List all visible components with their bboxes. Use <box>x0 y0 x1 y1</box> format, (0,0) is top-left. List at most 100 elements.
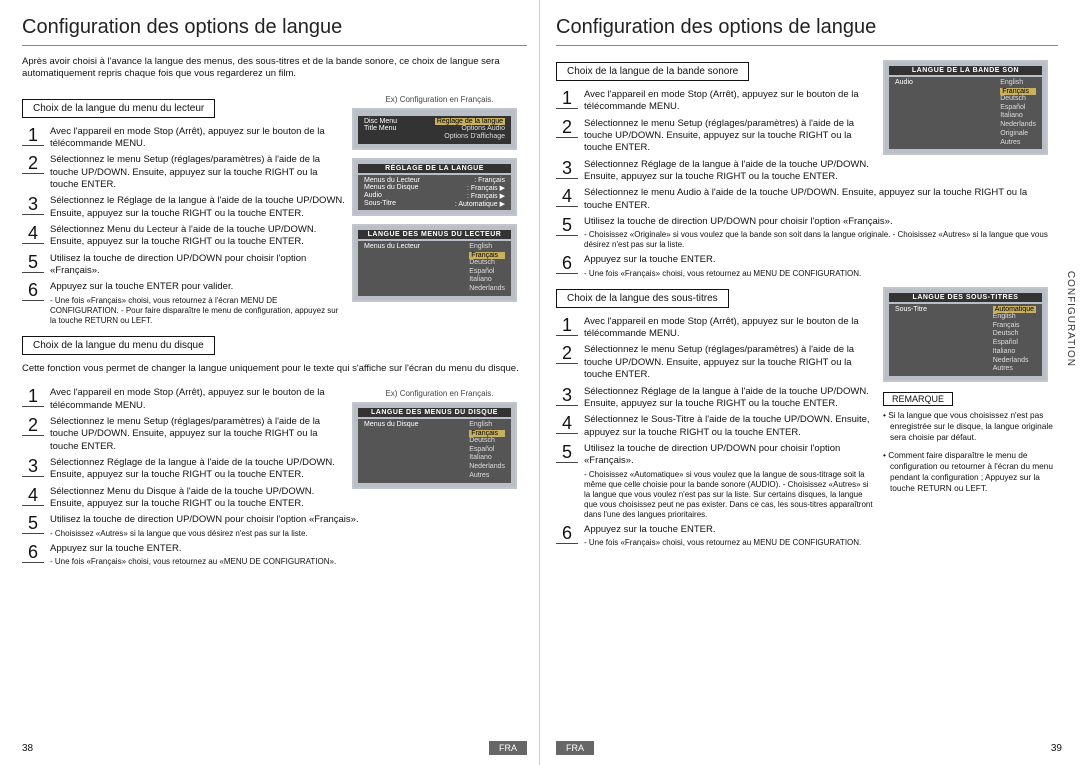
step-text: Avec l'appareil en mode Stop (Arrêt), ap… <box>584 316 877 341</box>
remark-box: REMARQUE Si la langue que vous choisisse… <box>883 392 1058 494</box>
osd-opt: Italiano <box>469 454 505 463</box>
osd-selected: Français <box>469 430 505 437</box>
osd-left: Menus du Disque <box>364 421 418 481</box>
page-number: 38 <box>22 743 33 754</box>
step-note: - Choisissez «Automatique» si vous voule… <box>584 470 877 520</box>
osd-caption: Ex) Configuration en Français. <box>352 389 527 398</box>
page-footer: 38 FRA <box>22 741 527 755</box>
step-text: Sélectionnez le menu Setup (réglages/par… <box>584 118 877 155</box>
step-text: Sélectionnez Réglage de la langue à l'ai… <box>50 457 346 482</box>
section-disc-menu-language: Choix de la langue du menu du disque Cet… <box>22 330 527 571</box>
page-number: 39 <box>1051 743 1062 754</box>
osd-opt: Autres <box>469 472 505 481</box>
step-number: 1 <box>22 387 44 407</box>
osd-screenshot-langsetup: RÉGLAGE DE LA LANGUE Menus du Lecteur: F… <box>352 158 517 216</box>
step-text: Appuyez sur la touche ENTER.- Une fois «… <box>584 524 1058 548</box>
step: 5 Utilisez la touche de direction UP/DOWN… <box>22 514 527 538</box>
osd-screenshot-audiolang: LANGUE DE LA BANDE SON Audio English Fra… <box>883 60 1048 155</box>
step-number: 6 <box>22 543 44 563</box>
osd-opt: Español <box>1000 104 1036 113</box>
osd-val: : Automatique ▶ <box>455 200 505 208</box>
section-heading: Choix de la langue des sous-titres <box>556 289 729 308</box>
step-number: 6 <box>556 254 578 274</box>
step-note: - Une fois «Français» choisi, vous retou… <box>584 269 1058 279</box>
step: 6Appuyez sur la touche ENTER.- Une fois … <box>22 543 527 567</box>
osd-ctx-title-menu: Title Menu <box>364 125 396 134</box>
osd-opt: Nederlands <box>469 285 505 294</box>
step: 2Sélectionnez le menu Setup (réglages/pa… <box>22 154 346 191</box>
osd-opt: Español <box>469 268 505 277</box>
osd-opt: English <box>993 313 1036 322</box>
osd-screenshot-playerlang: LANGUE DES MENUS DU LECTEUR Menus du Lec… <box>352 224 517 302</box>
step-text: Sélectionnez Menu du Lecteur à l'aide de… <box>50 224 346 249</box>
page-title: Configuration des options de langue <box>556 16 1058 46</box>
step-note: - Une fois «Français» choisi, vous retou… <box>50 296 346 326</box>
step: 2Sélectionnez le menu Setup (réglages/pa… <box>556 344 877 381</box>
osd-opt: English <box>469 243 505 252</box>
step-number: 2 <box>22 416 44 436</box>
manual-spread: Configuration des options de langue Aprè… <box>0 0 1080 765</box>
osd-selected: Français <box>469 252 505 259</box>
osd-opt: Deutsch <box>993 330 1036 339</box>
remark-heading: REMARQUE <box>883 392 953 406</box>
step: 3Sélectionnez Réglage de la langue à l'a… <box>556 159 877 184</box>
step-text: Sélectionnez le menu Setup (réglages/par… <box>584 344 877 381</box>
step-number: 5 <box>556 443 578 463</box>
step: 4Sélectionnez Menu du Disque à l'aide de… <box>22 486 346 511</box>
page-39: Configuration des options de langue Choi… <box>540 0 1080 765</box>
side-tab-configuration: CONFIGURATION <box>1065 271 1076 367</box>
osd-val: : Français <box>474 177 505 184</box>
osd-selected: Français <box>1000 88 1036 95</box>
step: 3 Sélectionnez le Réglage de la langue à … <box>22 195 346 220</box>
osd-examples: Ex) Configuration en Français. Disc Menu… <box>352 93 527 310</box>
osd-title: RÉGLAGE DE LA LANGUE <box>358 164 511 173</box>
osd-row: Audio <box>364 192 382 200</box>
step: 2 Sélectionnez le menu Setup (réglages/pa… <box>22 416 346 453</box>
osd-opt: Nederlands <box>1000 121 1036 130</box>
osd-opt: Italiano <box>1000 112 1036 121</box>
step: 4 Sélectionnez Menu du Lecteur à l'aide d… <box>22 224 346 249</box>
step: 1Avec l'appareil en mode Stop (Arrêt), a… <box>22 126 346 151</box>
section-audio-language: Choix de la langue de la bande sonore LA… <box>556 56 1058 283</box>
page-title: Configuration des options de langue <box>22 16 527 46</box>
step-number: 3 <box>556 386 578 406</box>
step-text: Sélectionnez le menu Setup (réglages/par… <box>50 416 346 453</box>
osd-val: : Français ▶ <box>467 184 505 192</box>
step-number: 5 <box>22 514 44 534</box>
page-footer: FRA 39 <box>556 741 1062 755</box>
step-text: Sélectionnez le Réglage de la langue à l… <box>50 195 346 220</box>
step-text: Avec l'appareil en mode Stop (Arrêt), ap… <box>50 387 346 412</box>
osd-opt: Deutsch <box>1000 95 1036 104</box>
step-number: 5 <box>556 216 578 236</box>
step-number: 4 <box>22 486 44 506</box>
section-heading: Choix de la langue du menu du disque <box>22 336 215 355</box>
section-heading: Choix de la langue de la bande sonore <box>556 62 749 81</box>
section-heading: Choix de la langue du menu du lecteur <box>22 99 215 118</box>
step-number: 4 <box>556 414 578 434</box>
step-number: 3 <box>22 457 44 477</box>
page-38: Configuration des options de langue Aprè… <box>0 0 540 765</box>
osd-left: Menus du Lecteur <box>364 243 420 294</box>
step-text: Avec l'appareil en mode Stop (Arrêt), ap… <box>50 126 346 151</box>
osd-opt: Nederlands <box>993 357 1036 366</box>
osd-selected: Automatique <box>993 306 1036 313</box>
osd-opt: Options Audio <box>461 125 505 134</box>
osd-left: Sous-Titre <box>895 306 927 374</box>
step-text: Utilisez la touche de direction UP/DOWN … <box>50 514 527 538</box>
step-text: Utilisez la touche de direction UP/DOWN … <box>50 253 346 278</box>
osd-examples: LANGUE DE LA BANDE SON Audio English Fra… <box>883 56 1058 163</box>
step: 1 Avec l'appareil en mode Stop (Arrêt), a… <box>22 387 346 412</box>
remark-list: Si la langue que vous choisissez n'est p… <box>883 410 1058 494</box>
osd-val: : Français ▶ <box>467 192 505 200</box>
step-text: Utilisez la touche de direction UP/DOWN … <box>584 443 877 520</box>
step-number: 3 <box>22 195 44 215</box>
osd-opt: English <box>1000 79 1036 88</box>
step-number: 2 <box>22 154 44 174</box>
osd-left: Audio <box>895 79 913 147</box>
step-text: Sélectionnez le menu Audio à l'aide de l… <box>584 187 1058 212</box>
step-text: Sélectionnez Réglage de la langue à l'ai… <box>584 159 877 184</box>
step-number: 4 <box>22 224 44 244</box>
step-text: Avec l'appareil en mode Stop (Arrêt), ap… <box>584 89 877 114</box>
step: 4Sélectionnez le Sous-Titre à l'aide de … <box>556 414 877 439</box>
step-number: 6 <box>556 524 578 544</box>
